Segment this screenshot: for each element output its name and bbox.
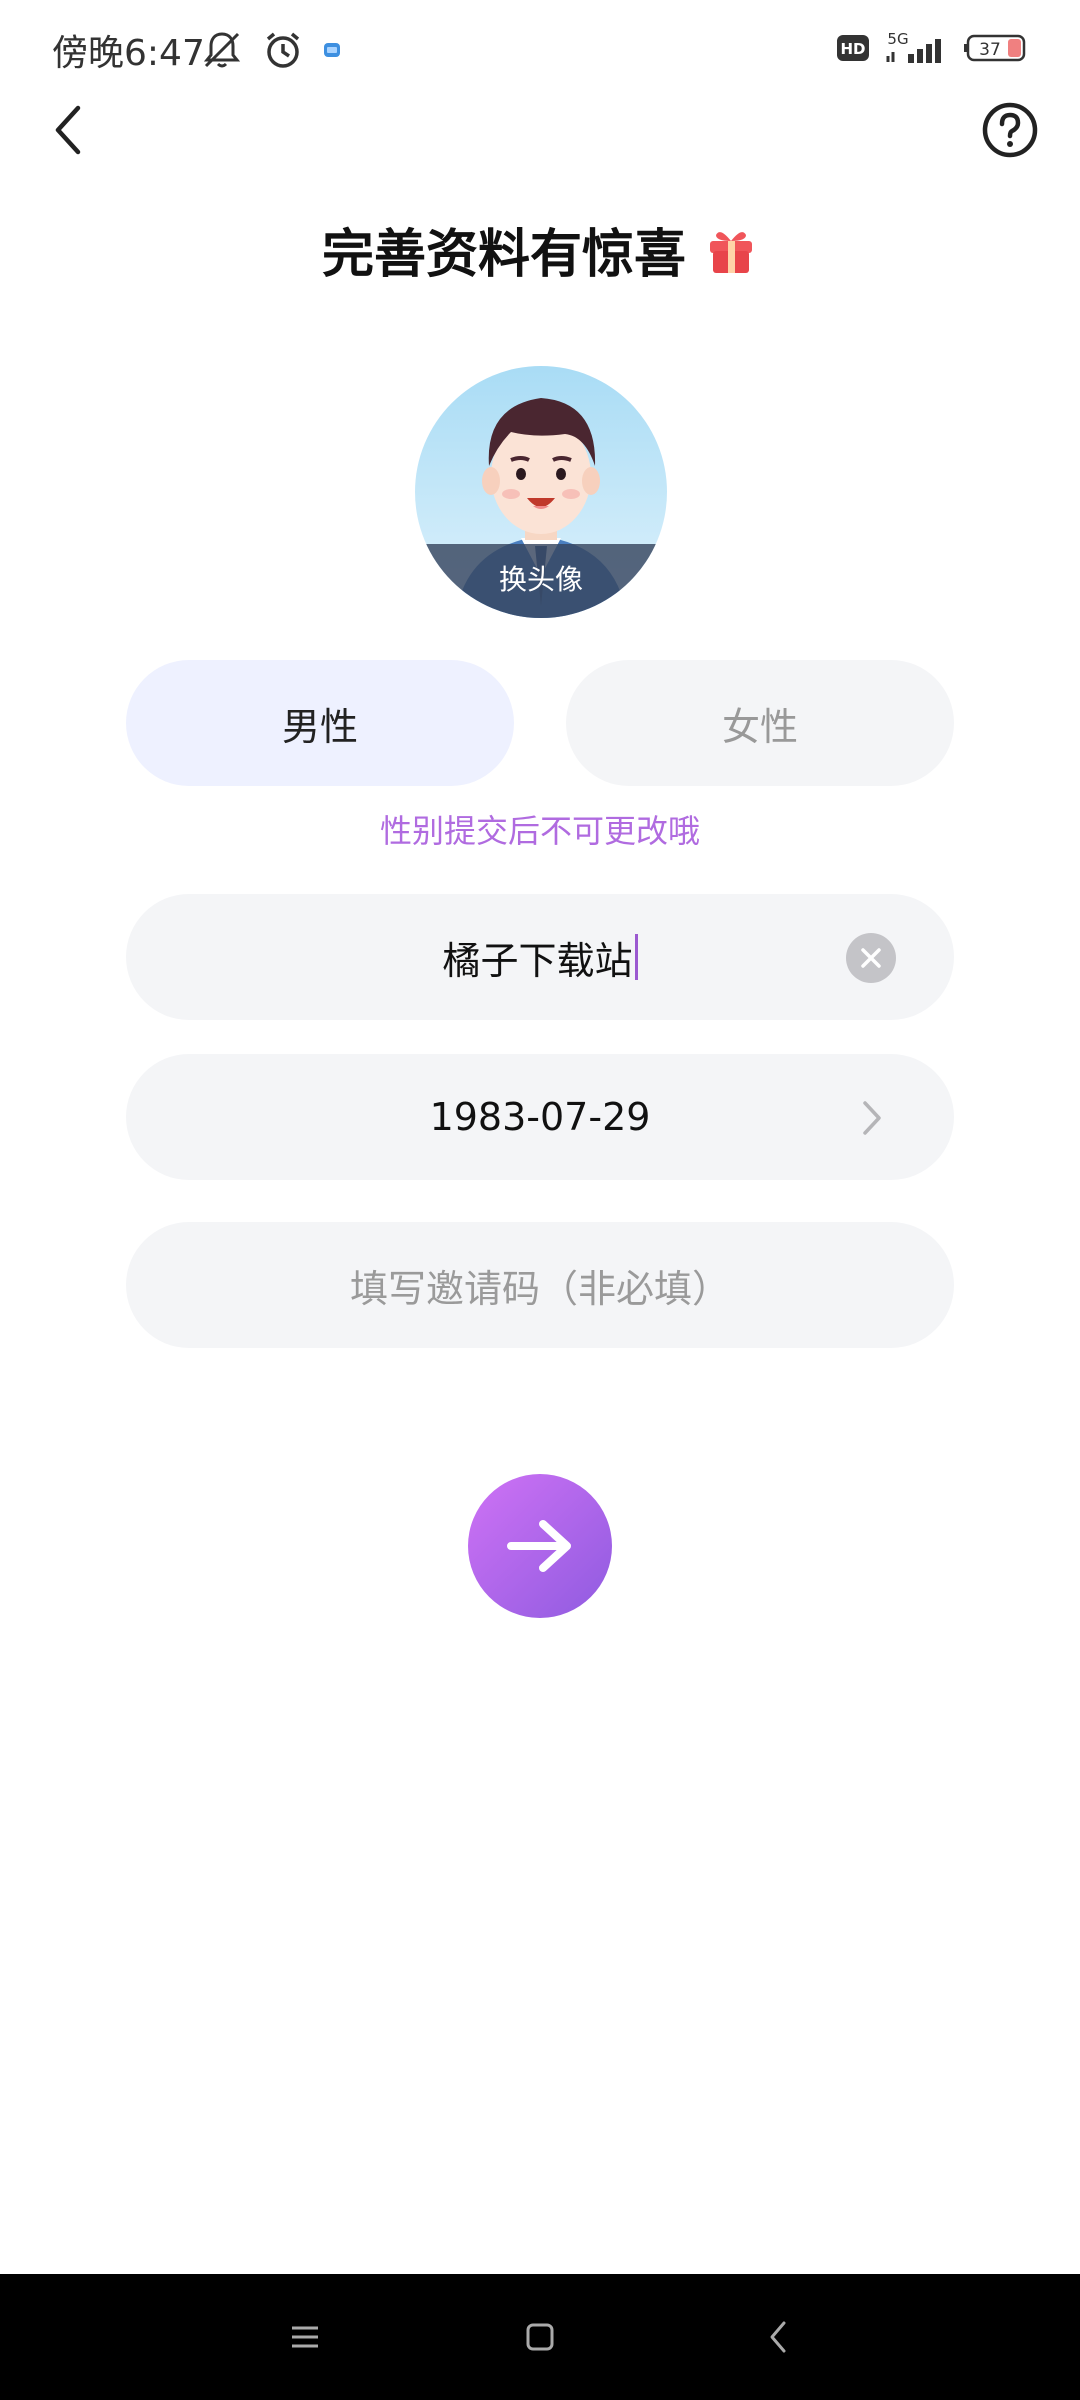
- text-cursor: [634, 934, 638, 980]
- invite-code-placeholder: 填写邀请码（非必填）: [349, 1266, 730, 1311]
- back-button[interactable]: [30, 90, 110, 170]
- chevron-left-icon: [55, 105, 81, 155]
- gender-male-button[interactable]: 男性: [126, 660, 514, 786]
- change-avatar-label[interactable]: 换头像: [415, 544, 667, 618]
- nav-menu-button[interactable]: [275, 2307, 335, 2367]
- signal-5g-icon: 5G: [886, 30, 941, 63]
- system-nav-bar: [0, 2274, 1080, 2400]
- alarm-clock-icon: [266, 32, 300, 68]
- menu-icon: [292, 2326, 318, 2348]
- svg-text:HD: HD: [840, 40, 865, 58]
- battery-icon: 37: [964, 34, 1026, 62]
- nickname-input[interactable]: 橘子下载站: [442, 930, 638, 985]
- app-notification-icon: [324, 43, 340, 57]
- nickname-value: 橘子下载站: [442, 938, 633, 983]
- status-icons-right: HD 5G 37: [836, 30, 1030, 66]
- question-circle-icon: [982, 102, 1038, 158]
- back-triangle-icon: [770, 2321, 786, 2353]
- page-title: 完善资料有惊喜: [0, 212, 1080, 287]
- next-button[interactable]: [468, 1474, 612, 1618]
- gift-icon: [710, 231, 752, 273]
- birthday-value: 1983-07-29: [429, 1095, 651, 1139]
- birthday-picker-arrow[interactable]: [852, 1098, 892, 1138]
- nav-back-button[interactable]: [748, 2307, 808, 2367]
- status-icons-left: [200, 28, 342, 72]
- gender-selector: 男性 女性: [126, 660, 954, 786]
- muted-bell-icon: [203, 32, 241, 68]
- birthday-field[interactable]: 1983-07-29: [126, 1054, 954, 1180]
- help-button[interactable]: [970, 90, 1050, 170]
- status-time: 傍晚6:47: [52, 33, 205, 74]
- svg-text:5G: 5G: [887, 30, 908, 48]
- arrow-right-icon: [507, 1520, 571, 1572]
- gender-hint: 性别提交后不可更改哦: [379, 812, 700, 850]
- chevron-right-icon: [863, 1101, 881, 1135]
- nickname-field[interactable]: 橘子下载站: [126, 894, 954, 1020]
- avatar[interactable]: 换头像: [415, 366, 667, 618]
- home-square-icon: [526, 2323, 554, 2351]
- svg-text:37: 37: [979, 40, 1001, 60]
- clear-nickname-button[interactable]: [846, 933, 896, 983]
- invite-code-field[interactable]: 填写邀请码（非必填）: [126, 1222, 954, 1348]
- close-icon: [861, 948, 881, 968]
- status-bar: 傍晚6:47 HD 5G 37: [0, 0, 1080, 100]
- nav-home-button[interactable]: [510, 2307, 570, 2367]
- hd-icon: HD: [837, 35, 869, 61]
- gender-female-button[interactable]: 女性: [566, 660, 954, 786]
- page-title-text: 完善资料有惊喜: [321, 225, 686, 285]
